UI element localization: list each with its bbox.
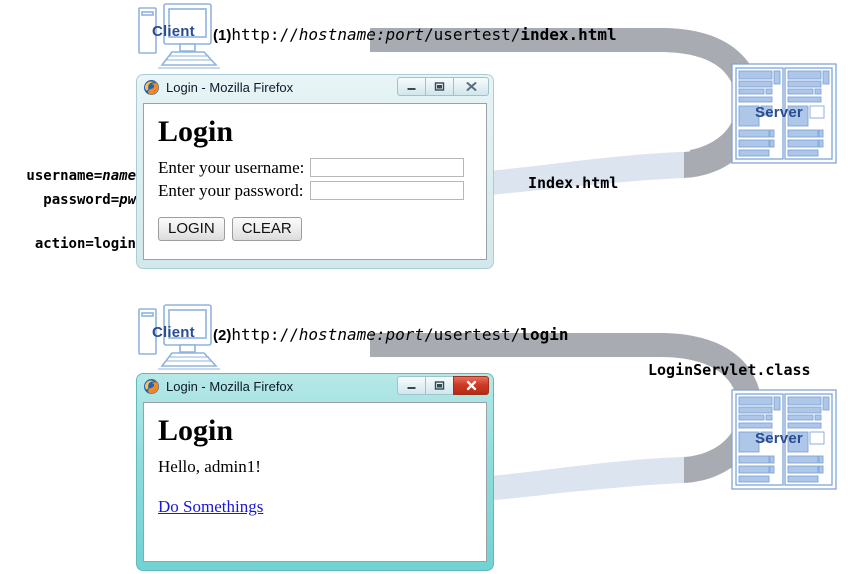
username-label: Enter your username: [158, 157, 305, 177]
page-content: Login Hello, admin1! Do Somethings [144, 403, 486, 525]
param-username: username=name [0, 168, 136, 184]
maximize-button[interactable] [425, 376, 454, 395]
client-label-1: Client [152, 23, 195, 40]
close-button[interactable] [453, 77, 489, 96]
server-label-1: Server [755, 104, 803, 121]
param-action-name: action= [34, 236, 94, 252]
param-username-name: username= [26, 168, 103, 184]
browser-window-login-result[interactable]: Login - Mozilla Firefox Login Hello, adm… [136, 373, 494, 571]
diagram-canvas: Client (1)http://hostname:port/usertest/… [0, 0, 848, 574]
response-label-1: Index.html [528, 174, 619, 192]
window-title: Login - Mozilla Firefox [166, 379, 294, 394]
greeting-text: Hello, admin1! [158, 456, 261, 476]
param-action-value: login [93, 236, 136, 252]
url-resource-2: login [520, 325, 569, 344]
minimize-icon [407, 387, 416, 389]
maximize-icon [434, 381, 445, 390]
url-scheme-1: http:// [231, 25, 299, 44]
client-label-2: Client [152, 324, 195, 341]
browser-window-login-form[interactable]: Login - Mozilla Firefox Login Enter your… [136, 74, 494, 269]
url-resource-1: index.html [520, 25, 617, 44]
clear-button[interactable]: CLEAR [231, 216, 302, 241]
password-label: Enter your password: [158, 180, 304, 200]
minimize-button[interactable] [397, 77, 426, 96]
page-heading: Login [158, 414, 234, 447]
param-action: action=login [0, 236, 136, 252]
minimize-icon [407, 88, 416, 90]
firefox-icon [144, 80, 159, 95]
minimize-button[interactable] [397, 376, 426, 395]
username-input[interactable] [310, 158, 464, 177]
window-controls[interactable] [397, 376, 489, 395]
server-label-2: Server [755, 430, 803, 447]
url-host-1: hostname:port [298, 25, 425, 44]
request-url-2: (2)http://hostname:port/usertest/login [213, 325, 569, 344]
param-password: password=pw [0, 192, 136, 208]
request-url-1: (1)http://hostname:port/usertest/index.h… [213, 25, 617, 44]
window-title: Login - Mozilla Firefox [166, 80, 294, 95]
firefox-icon [144, 379, 159, 394]
step-number-2: (2) [213, 327, 232, 344]
form-actions: LOGIN CLEAR [158, 216, 472, 241]
page-content: Login Enter your username: Enter your pa… [144, 104, 486, 249]
close-button[interactable] [453, 376, 489, 395]
do-somethings-link[interactable]: Do Somethings [158, 497, 263, 516]
step-number-1: (1) [213, 27, 232, 44]
url-path-2: /usertest/ [424, 325, 521, 344]
param-username-value: name [102, 168, 136, 184]
param-password-name: password= [43, 192, 120, 208]
response-label-2: LoginServlet.class [648, 361, 811, 379]
page-heading: Login [158, 115, 234, 148]
url-host-2: hostname:port [298, 325, 425, 344]
field-row-username: Enter your username: [158, 158, 472, 178]
login-button[interactable]: LOGIN [158, 216, 225, 241]
page-viewport: Login Enter your username: Enter your pa… [143, 103, 487, 260]
maximize-button[interactable] [425, 77, 454, 96]
page-viewport: Login Hello, admin1! Do Somethings [143, 402, 487, 562]
param-password-value: pw [119, 192, 136, 208]
password-input[interactable] [310, 181, 464, 200]
close-icon [466, 82, 476, 91]
field-row-password: Enter your password: [158, 181, 472, 201]
maximize-icon [434, 82, 445, 91]
close-icon [466, 380, 476, 391]
window-controls[interactable] [397, 77, 489, 96]
url-scheme-2: http:// [231, 325, 299, 344]
url-path-1: /usertest/ [424, 25, 521, 44]
